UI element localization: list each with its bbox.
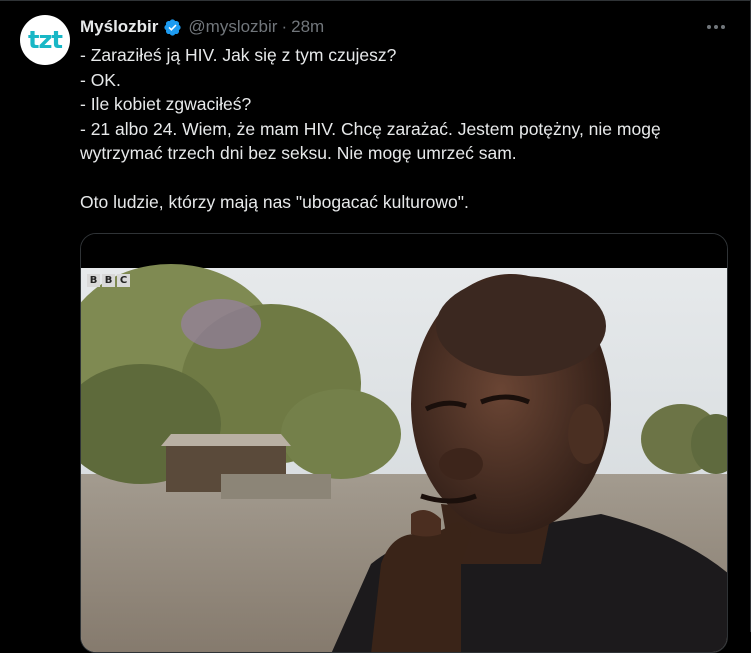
watermark-letter: C (117, 274, 130, 287)
watermark-letter: B (102, 274, 115, 287)
bbc-watermark: B B C (87, 274, 130, 287)
separator-dot: · (281, 17, 288, 36)
tweet-header: Myślozbir @myslozbir · 28m (80, 16, 324, 38)
avatar-logo: tzt (28, 26, 63, 54)
tweet-text-line: - OK. (80, 69, 121, 90)
tweet-text-line: - Zaraziłeś ją HIV. Jak się z tym czujes… (80, 45, 397, 65)
verified-badge-icon[interactable] (163, 18, 182, 37)
avatar[interactable]: tzt (20, 15, 70, 65)
tweet-text-line: - Ile kobiet zgwaciłeś? (80, 94, 252, 114)
tweet-text-line: - 21 albo 24. Wiem, że mam HIV. Chcę zar… (80, 118, 661, 139)
tweet-text-line: wytrzymać trzech dni bez seksu. Nie mogę… (80, 143, 517, 163)
video-frame (81, 234, 727, 652)
video-media[interactable]: B B C (80, 233, 728, 653)
tweet-timestamp[interactable]: 28m (291, 17, 324, 37)
author-display-name[interactable]: Myślozbir (80, 17, 158, 37)
tweet[interactable]: tzt Myślozbir @myslozbir · 28m - Zaraził… (0, 0, 751, 653)
more-options-icon[interactable] (704, 17, 728, 37)
tweet-text-line: Oto ludzie, którzy mają nas "ubogacać ku… (80, 192, 469, 212)
tweet-text: - Zaraziłeś ją HIV. Jak się z tym czujes… (80, 43, 730, 215)
author-handle[interactable]: @myslozbir (188, 17, 277, 37)
watermark-letter: B (87, 274, 100, 287)
